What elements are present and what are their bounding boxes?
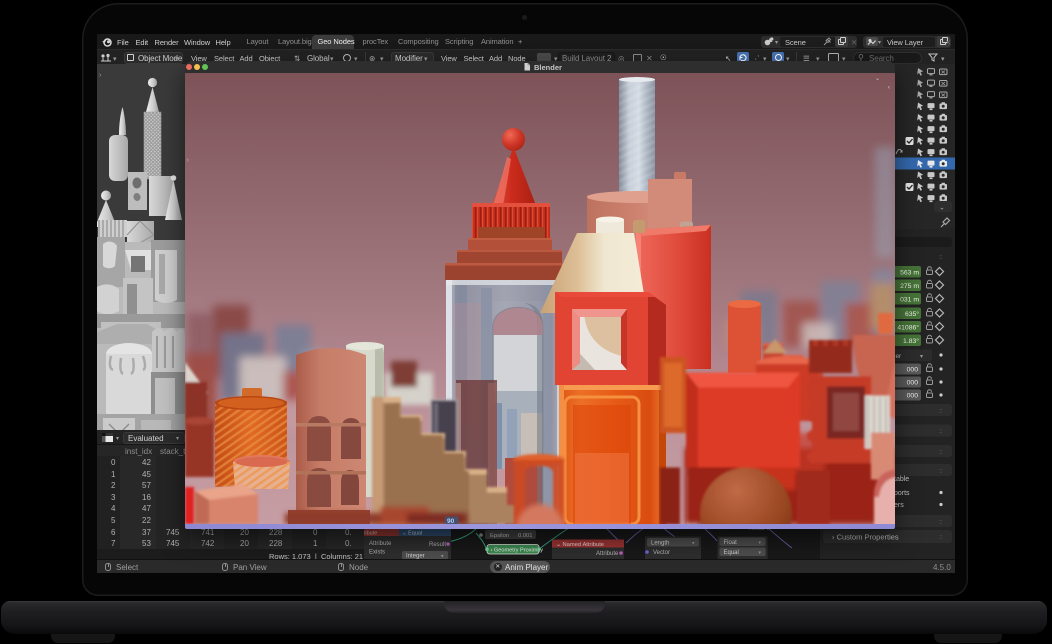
svg-text:Equal: Equal (724, 550, 739, 556)
svg-text:Length: Length (651, 541, 669, 547)
svg-text:⌄: ⌄ (875, 76, 880, 82)
svg-text:Epsilon: Epsilon (490, 533, 509, 539)
svg-text:Vector: Vector (653, 550, 670, 556)
svg-text:635°: 635° (905, 310, 919, 318)
svg-text:::: :: (939, 519, 943, 526)
svg-text:::: :: (939, 254, 943, 261)
svg-text:⌄ Named Attribute: ⌄ Named Attribute (556, 542, 604, 548)
svg-text:Float: Float (724, 540, 738, 546)
svg-text:275 m: 275 m (900, 283, 919, 290)
svg-text:table: table (894, 476, 909, 483)
svg-text:::: :: (939, 449, 943, 456)
svg-text:Result: Result (429, 542, 446, 548)
svg-text:::: :: (939, 534, 943, 541)
svg-text:Exists: Exists (369, 550, 385, 556)
svg-text:⌄ Equal: ⌄ Equal (402, 531, 422, 537)
svg-text:031 m: 031 m (900, 297, 919, 304)
svg-text:::: :: (939, 428, 943, 435)
svg-text:tribute: tribute (364, 531, 377, 537)
svg-text:▾: ▾ (920, 354, 923, 360)
svg-text:::: :: (939, 408, 943, 415)
svg-text:⌄: ⌄ (939, 205, 945, 212)
svg-text:41086°: 41086° (897, 324, 919, 332)
svg-text:ers: ers (894, 502, 904, 509)
svg-text:ler: ler (894, 353, 902, 360)
svg-text:› Custom Properties: › Custom Properties (832, 533, 899, 542)
svg-text:000: 000 (907, 393, 919, 400)
svg-text:Attribute: Attribute (596, 551, 619, 557)
svg-text:› Geometry Proximity: › Geometry Proximity (491, 548, 544, 554)
svg-text:000: 000 (907, 380, 919, 387)
svg-text:563 m: 563 m (900, 270, 919, 277)
svg-text:Attribute: Attribute (369, 541, 392, 547)
svg-text:1.83°: 1.83° (903, 337, 919, 345)
svg-text:0.001: 0.001 (518, 533, 533, 539)
svg-text:000: 000 (907, 367, 919, 374)
svg-text:::: :: (939, 468, 943, 475)
svg-text:‹: ‹ (888, 85, 890, 91)
svg-text:ports: ports (894, 490, 910, 497)
